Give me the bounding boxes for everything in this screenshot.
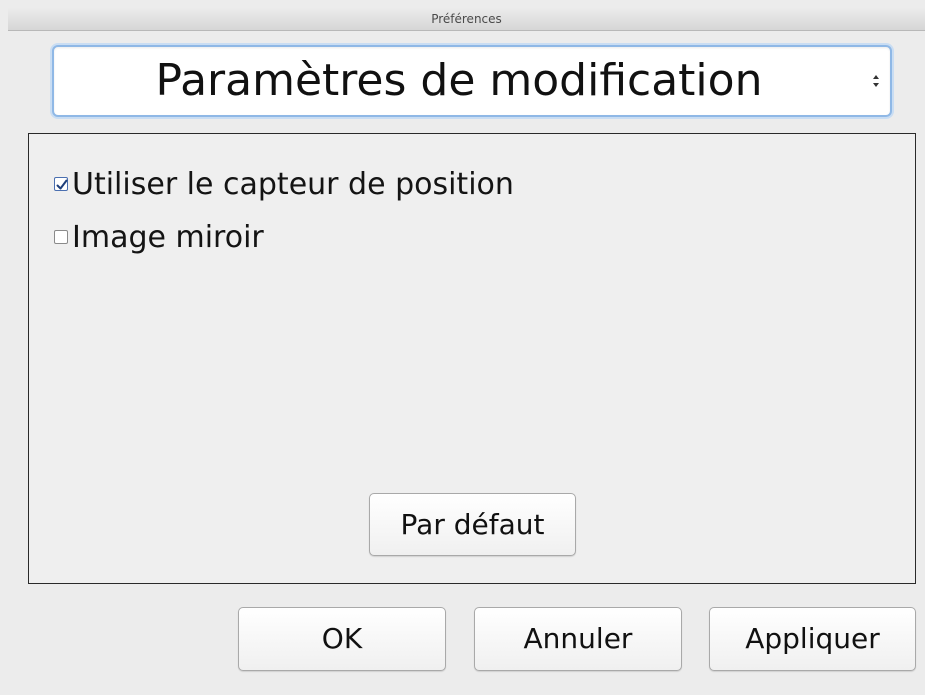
option-use-position-sensor[interactable]: Utiliser le capteur de position <box>54 166 514 202</box>
checkmark-icon <box>56 179 68 190</box>
apply-button-label: Appliquer <box>745 622 880 655</box>
cancel-button[interactable]: Annuler <box>474 607 682 671</box>
preferences-window: Préférences Paramètres de modification U… <box>0 0 925 695</box>
default-button[interactable]: Par défaut <box>369 493 576 556</box>
window-title: Préférences <box>431 12 502 26</box>
mirror-image-checkbox[interactable] <box>54 230 68 244</box>
settings-panel: Utiliser le capteur de position Image mi… <box>28 133 916 584</box>
category-select-value: Paramètres de modification <box>155 55 763 106</box>
category-select[interactable]: Paramètres de modification <box>52 45 892 117</box>
ok-button-label: OK <box>321 622 363 655</box>
ok-button[interactable]: OK <box>238 607 446 671</box>
window-titlebar[interactable]: Préférences <box>8 8 925 31</box>
apply-button[interactable]: Appliquer <box>709 607 916 671</box>
updown-arrows-icon <box>870 69 882 93</box>
mirror-image-label: Image miroir <box>72 219 264 255</box>
position-sensor-label: Utiliser le capteur de position <box>72 166 514 202</box>
default-button-label: Par défaut <box>400 508 545 541</box>
position-sensor-checkbox[interactable] <box>54 177 68 191</box>
option-mirror-image[interactable]: Image miroir <box>54 219 264 255</box>
cancel-button-label: Annuler <box>523 622 633 655</box>
